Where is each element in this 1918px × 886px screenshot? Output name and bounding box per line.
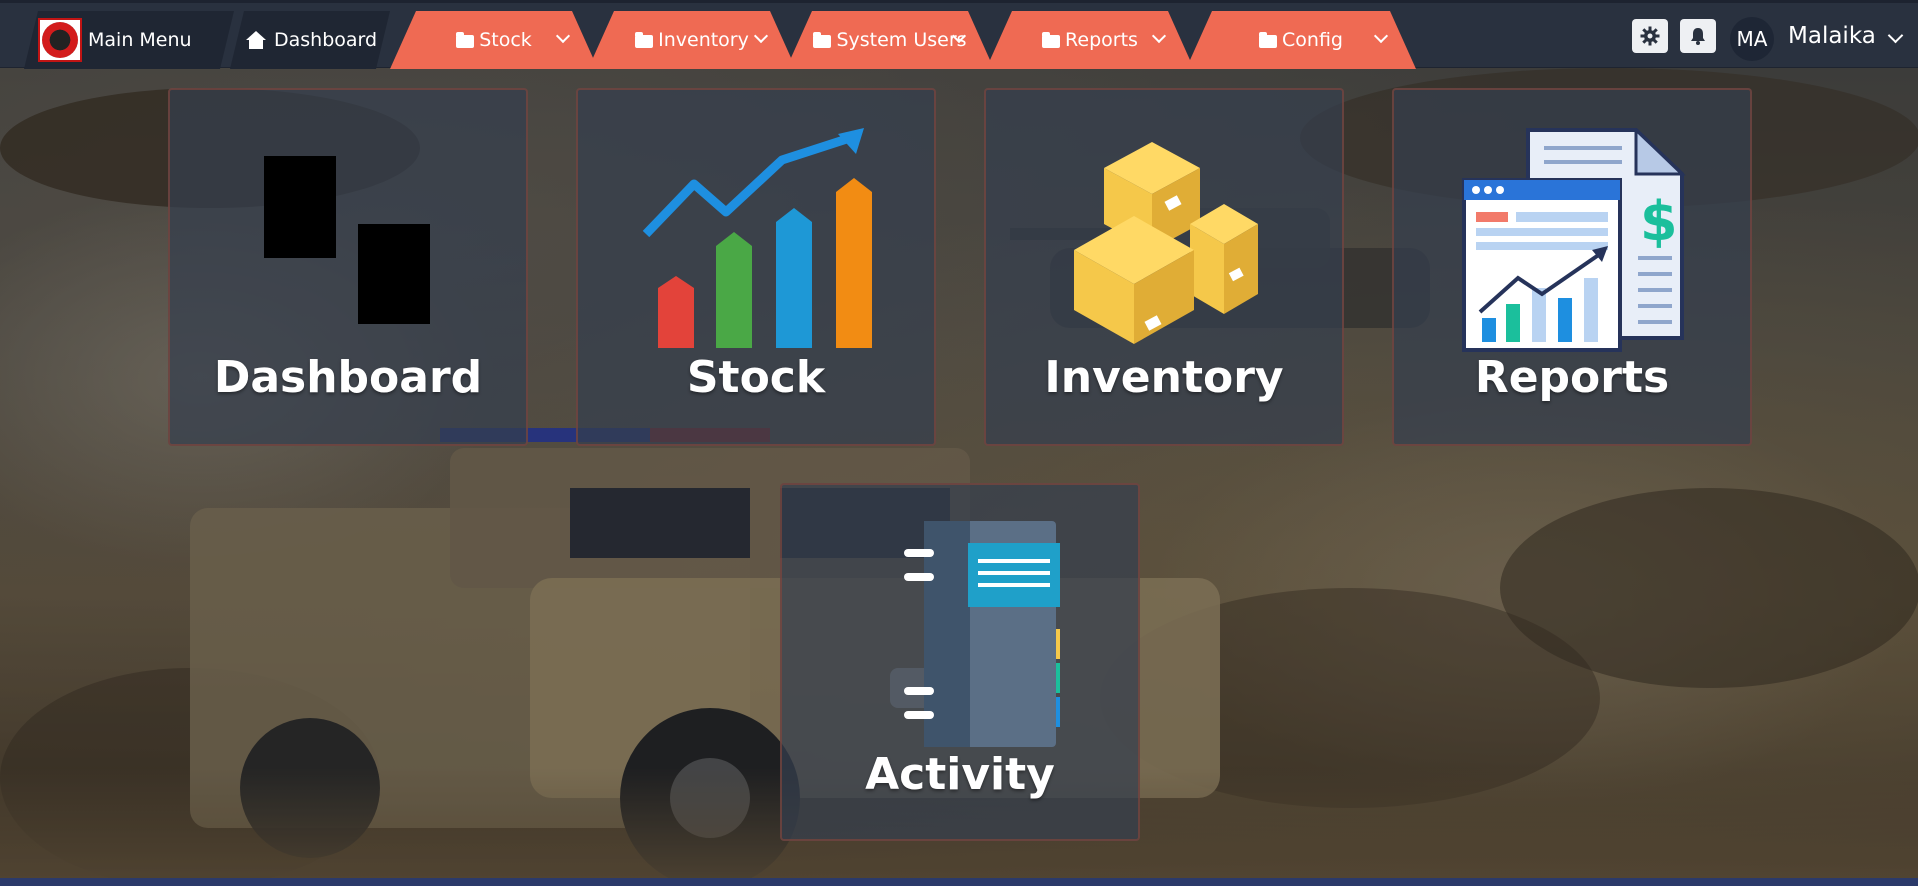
- tab-inventory[interactable]: Inventory: [588, 11, 796, 69]
- chevron-down-icon[interactable]: [1887, 27, 1904, 44]
- top-navbar: Main Menu Dashboard Stock Inventory Syst…: [0, 0, 1918, 68]
- chevron-down-icon: [1374, 29, 1388, 43]
- activity-tile-label: Activity: [865, 749, 1055, 800]
- chevron-down-icon: [556, 29, 570, 43]
- boxes-icon: [1074, 142, 1258, 344]
- folder-icon: [1259, 35, 1277, 48]
- notebook-icon: [904, 521, 1060, 747]
- main-menu-label: Main Menu: [88, 29, 192, 51]
- inventory-tile[interactable]: Inventory: [984, 88, 1344, 446]
- tab-system-users-label: System Users: [836, 29, 967, 51]
- dashboard-icon: [264, 156, 430, 324]
- dashboard-tile-label: Dashboard: [213, 352, 483, 403]
- svg-text:$: $: [1640, 190, 1678, 253]
- tab-config-label: Config: [1282, 29, 1343, 51]
- chevron-down-icon: [1152, 29, 1166, 43]
- dashboard-nav-label: Dashboard: [274, 29, 378, 51]
- tab-system-users[interactable]: System Users: [786, 11, 994, 69]
- bell-icon: [1691, 28, 1705, 45]
- gear-icon: [1640, 26, 1660, 46]
- chevron-down-icon: [754, 29, 768, 43]
- inventory-tile-label: Inventory: [1044, 352, 1284, 403]
- notifications-button[interactable]: [1680, 19, 1716, 53]
- main-menu-button[interactable]: Main Menu: [24, 11, 234, 69]
- tab-stock[interactable]: Stock: [390, 11, 598, 69]
- user-name[interactable]: Malaika: [1788, 23, 1876, 49]
- folder-icon: [813, 35, 831, 48]
- stock-tile-label: Stock: [686, 352, 826, 403]
- tab-config[interactable]: Config: [1186, 11, 1416, 69]
- folder-icon: [635, 35, 653, 48]
- tab-reports[interactable]: Reports: [986, 11, 1194, 69]
- stock-tile[interactable]: Stock: [576, 88, 936, 446]
- reports-tile[interactable]: $ Reports: [1392, 88, 1752, 446]
- folder-icon: [456, 35, 474, 48]
- dashboard-tile[interactable]: Dashboard: [168, 88, 528, 446]
- settings-button[interactable]: [1632, 19, 1668, 53]
- home-icon: [246, 31, 266, 49]
- avatar[interactable]: MA: [1730, 17, 1774, 61]
- financial-report-icon: $: [1462, 128, 1686, 352]
- tab-reports-label: Reports: [1065, 29, 1138, 51]
- activity-tile[interactable]: Activity: [780, 483, 1140, 841]
- tab-inventory-label: Inventory: [658, 29, 749, 51]
- tab-stock-label: Stock: [479, 29, 532, 51]
- bottom-edge: [0, 878, 1918, 886]
- reports-tile-label: Reports: [1474, 352, 1670, 403]
- dashboard-nav-link[interactable]: Dashboard: [230, 11, 390, 69]
- logo-icon: [38, 18, 82, 62]
- folder-icon: [1042, 35, 1060, 48]
- bar-chart-trend-icon: [642, 128, 872, 348]
